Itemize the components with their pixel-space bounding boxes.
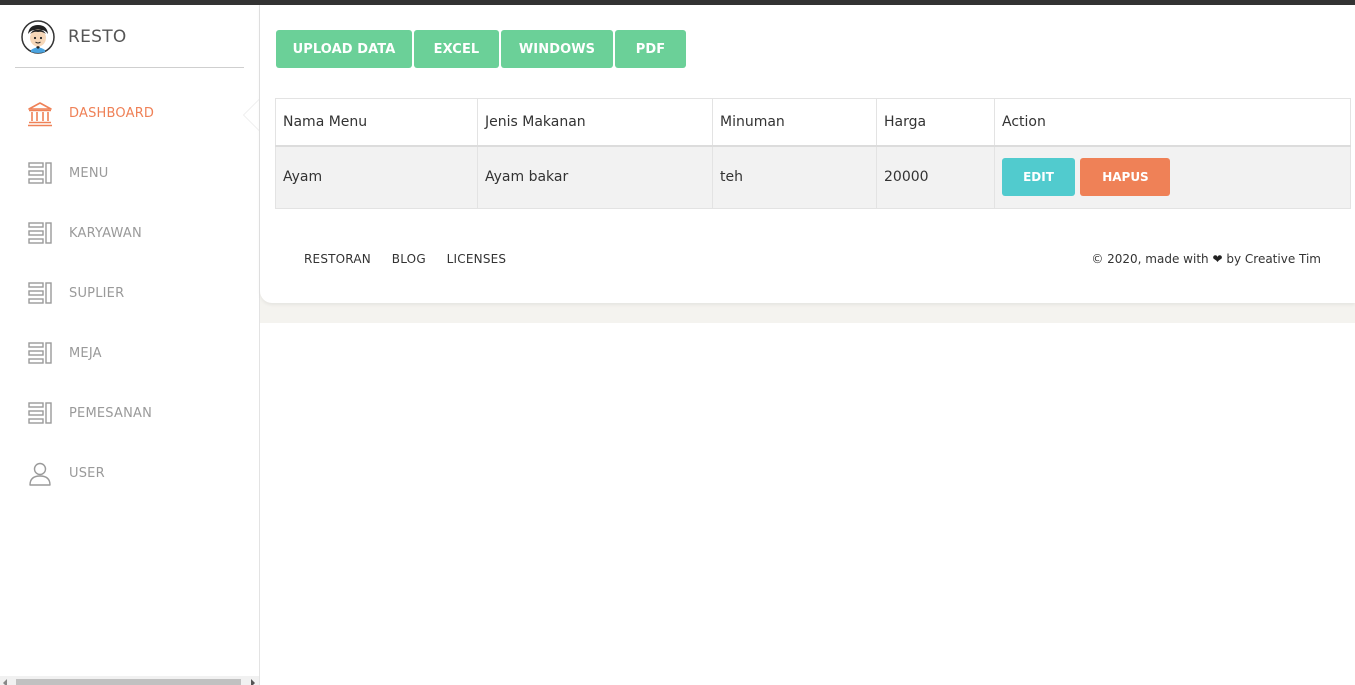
copyright-suffix: by Creative Tim: [1226, 252, 1321, 266]
sidebar-item-label: KARYAWAN: [69, 226, 142, 241]
avatar-icon: [21, 20, 55, 54]
sidebar-item-label: MEJA: [69, 346, 102, 361]
pdf-button[interactable]: PDF: [615, 30, 686, 68]
cell-minuman: teh: [712, 145, 877, 209]
content-card: UPLOAD DATA EXCEL WINDOWS PDF Nama Menu …: [260, 5, 1355, 303]
copyright-prefix: © 2020, made with: [1091, 252, 1209, 266]
list-icon: [28, 402, 52, 424]
sidebar-item-label: USER: [69, 466, 105, 481]
user-icon: [29, 462, 51, 486]
sidebar-item-meja[interactable]: MEJA: [0, 327, 259, 387]
cell-action: EDIT HAPUS: [994, 145, 1351, 209]
sidebar-item-pemesanan[interactable]: PEMESANAN: [0, 387, 259, 447]
cell-harga: 20000: [876, 145, 995, 209]
list-icon: [28, 342, 52, 364]
heart-icon: ❤: [1212, 252, 1223, 266]
menu-table: Nama Menu Jenis Makanan Minuman Harga Ac…: [275, 98, 1351, 209]
sidebar-item-label: DASHBOARD: [69, 106, 155, 121]
sidebar-item-menu[interactable]: MENU: [0, 147, 259, 207]
windows-button[interactable]: WINDOWS: [501, 30, 613, 68]
sidebar: RESTO DASHBOARD MENU KARYAWAN SUPLIER ME…: [0, 5, 260, 685]
active-indicator: [243, 99, 259, 131]
upload-data-button[interactable]: UPLOAD DATA: [276, 30, 412, 68]
table-row: Ayam Ayam bakar teh 20000 EDIT HAPUS: [275, 145, 1351, 209]
footer-link-blog[interactable]: BLOG: [392, 252, 426, 266]
column-header-nama-menu: Nama Menu: [275, 98, 478, 147]
list-icon: [28, 222, 52, 244]
column-header-action: Action: [994, 98, 1351, 147]
scroll-right-arrow-icon[interactable]: [251, 679, 255, 685]
excel-button[interactable]: EXCEL: [414, 30, 499, 68]
column-header-harga: Harga: [876, 98, 995, 147]
brand-name: RESTO: [68, 27, 127, 47]
column-header-jenis-makanan: Jenis Makanan: [477, 98, 713, 147]
sidebar-item-user[interactable]: USER: [0, 447, 259, 507]
list-icon: [28, 282, 52, 304]
sidebar-logo[interactable]: RESTO: [15, 5, 244, 68]
footer-link-licenses[interactable]: LICENSES: [447, 252, 507, 266]
copyright: © 2020, made with ❤ by Creative Tim: [1091, 252, 1321, 266]
sidebar-item-suplier[interactable]: SUPLIER: [0, 267, 259, 327]
footer-nav: RESTORAN BLOG LICENSES: [304, 252, 523, 266]
footer-link-restoran[interactable]: RESTORAN: [304, 252, 371, 266]
horizontal-scrollbar[interactable]: [0, 676, 259, 685]
sidebar-nav: DASHBOARD MENU KARYAWAN SUPLIER MEJA PEM…: [0, 87, 259, 507]
hapus-button[interactable]: HAPUS: [1080, 158, 1171, 197]
table-header-row: Nama Menu Jenis Makanan Minuman Harga Ac…: [275, 98, 1351, 147]
scrollbar-thumb[interactable]: [16, 679, 241, 685]
sidebar-item-label: PEMESANAN: [69, 406, 153, 421]
cell-nama-menu: Ayam: [275, 145, 478, 209]
edit-button[interactable]: EDIT: [1002, 158, 1075, 197]
column-header-minuman: Minuman: [712, 98, 877, 147]
sidebar-item-label: MENU: [69, 166, 109, 181]
sidebar-item-label: SUPLIER: [69, 286, 125, 301]
list-icon: [28, 162, 52, 184]
sidebar-item-dashboard[interactable]: DASHBOARD: [0, 87, 259, 147]
bank-icon: [28, 102, 52, 127]
cell-jenis-makanan: Ayam bakar: [477, 145, 713, 209]
scroll-left-arrow-icon[interactable]: [3, 679, 7, 685]
sidebar-item-karyawan[interactable]: KARYAWAN: [0, 207, 259, 267]
